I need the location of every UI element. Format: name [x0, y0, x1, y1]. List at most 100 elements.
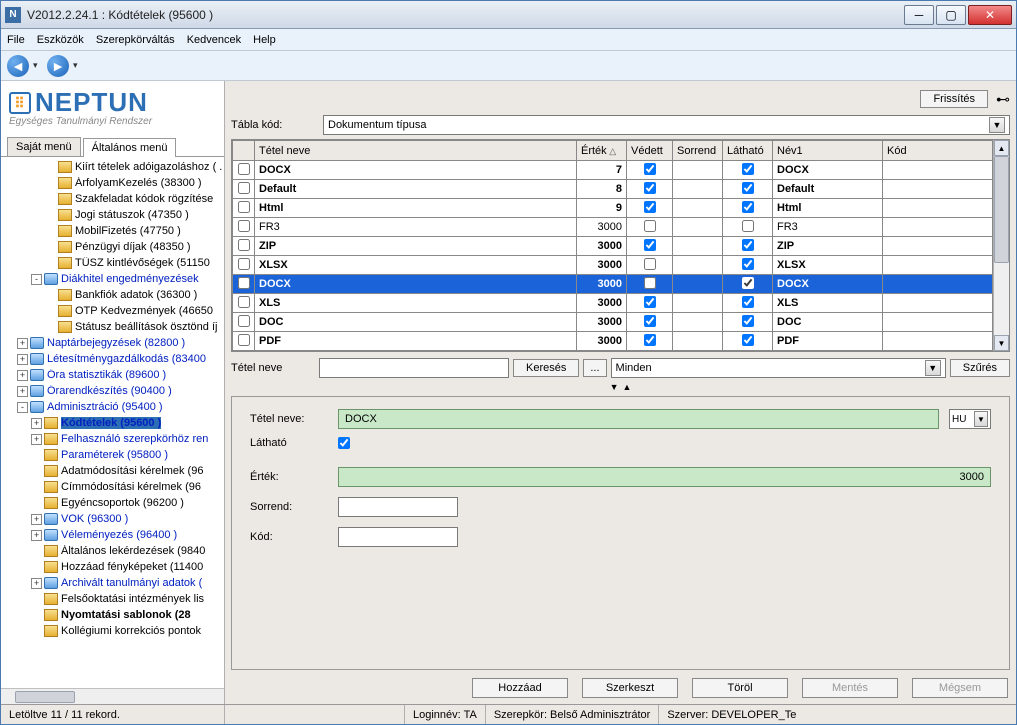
- table-row[interactable]: DOCX7DOCX: [233, 161, 993, 180]
- menu-tree[interactable]: Kiírt tételek adóigazoláshoz ( .Árfolyam…: [1, 157, 224, 688]
- tree-expander[interactable]: +: [31, 418, 42, 429]
- table-row[interactable]: FR33000FR3: [233, 218, 993, 237]
- search-button[interactable]: Keresés: [513, 359, 579, 377]
- delete-button[interactable]: Töröl: [692, 678, 788, 698]
- cell-visible-checkbox[interactable]: [742, 315, 754, 327]
- tree-expander[interactable]: +: [17, 354, 28, 365]
- tree-item[interactable]: Címmódosítási kérelmek (96: [3, 479, 224, 495]
- table-row[interactable]: Html9Html: [233, 199, 993, 218]
- tree-item[interactable]: OTP Kedvezmények (46650: [3, 303, 224, 319]
- tree-expander[interactable]: +: [31, 578, 42, 589]
- table-code-combo[interactable]: Dokumentum típusa ▼: [323, 115, 1010, 135]
- row-select-checkbox[interactable]: [238, 315, 250, 327]
- cell-protected-checkbox[interactable]: [644, 182, 656, 194]
- tree-hscroll-thumb[interactable]: [15, 691, 75, 703]
- cell-protected-checkbox[interactable]: [644, 258, 656, 270]
- cancel-button[interactable]: Mégsem: [912, 678, 1008, 698]
- cell-visible-checkbox[interactable]: [742, 182, 754, 194]
- row-select-checkbox[interactable]: [238, 296, 250, 308]
- tree-expander[interactable]: +: [17, 370, 28, 381]
- row-select-checkbox[interactable]: [238, 182, 250, 194]
- scroll-down-icon[interactable]: ▼: [994, 335, 1009, 351]
- pin-icon[interactable]: ⊷: [996, 91, 1010, 108]
- cell-visible-checkbox[interactable]: [742, 163, 754, 175]
- tree-item[interactable]: Paraméterek (95800 ): [3, 447, 224, 463]
- tree-item[interactable]: +Naptárbejegyzések (82800 ): [3, 335, 224, 351]
- filter-combo[interactable]: Minden ▼: [611, 358, 946, 378]
- cell-visible-checkbox[interactable]: [742, 239, 754, 251]
- tree-item[interactable]: TÜSZ kintlévőségek (51150: [3, 255, 224, 271]
- tree-item[interactable]: MobilFizetés (47750 ): [3, 223, 224, 239]
- col-code[interactable]: Kód: [883, 141, 993, 161]
- search-input[interactable]: [319, 358, 509, 378]
- cell-protected-checkbox[interactable]: [644, 334, 656, 346]
- tree-item[interactable]: -Adminisztráció (95400 ): [3, 399, 224, 415]
- tree-item[interactable]: Státusz beállítások ösztönd íj: [3, 319, 224, 335]
- data-grid[interactable]: Tétel neve Érték Védett Sorrend Látható …: [231, 139, 1010, 352]
- tree-item[interactable]: Felsőoktatási intézmények lis: [3, 591, 224, 607]
- grid-vscroll[interactable]: ▲ ▼: [993, 140, 1009, 351]
- cell-protected-checkbox[interactable]: [644, 163, 656, 175]
- row-select-checkbox[interactable]: [238, 220, 250, 232]
- row-select-checkbox[interactable]: [238, 201, 250, 213]
- grid-vscroll-thumb[interactable]: [994, 156, 1009, 263]
- cell-visible-checkbox[interactable]: [742, 277, 754, 289]
- cell-protected-checkbox[interactable]: [644, 277, 656, 289]
- cell-visible-checkbox[interactable]: [742, 220, 754, 232]
- tree-item[interactable]: Nyomtatási sablonok (28: [3, 607, 224, 623]
- menu-rolechange[interactable]: Szerepkörváltás: [96, 34, 175, 46]
- nav-back-dropdown[interactable]: ▾: [33, 60, 43, 71]
- chevron-down-icon[interactable]: ▼: [925, 360, 941, 376]
- tree-item[interactable]: Egyéncsoportok (96200 ): [3, 495, 224, 511]
- scroll-up-icon[interactable]: ▲: [994, 140, 1009, 156]
- refresh-button[interactable]: Frissítés: [920, 90, 988, 108]
- close-button[interactable]: ✕: [968, 5, 1012, 25]
- tree-expander[interactable]: +: [31, 434, 42, 445]
- tree-item[interactable]: -Diákhitel engedményezések: [3, 271, 224, 287]
- chevron-down-icon[interactable]: ▼: [974, 411, 988, 427]
- cell-visible-checkbox[interactable]: [742, 201, 754, 213]
- edit-button[interactable]: Szerkeszt: [582, 678, 678, 698]
- cell-visible-checkbox[interactable]: [742, 334, 754, 346]
- cell-protected-checkbox[interactable]: [644, 296, 656, 308]
- tree-expander[interactable]: -: [17, 402, 28, 413]
- tree-item[interactable]: +Órarendkészítés (90400 ): [3, 383, 224, 399]
- col-name1[interactable]: Név1: [773, 141, 883, 161]
- col-select[interactable]: [233, 141, 255, 161]
- col-protected[interactable]: Védett: [627, 141, 673, 161]
- tree-item[interactable]: +Létesítménygazdálkodás (83400: [3, 351, 224, 367]
- tree-expander[interactable]: -: [31, 274, 42, 285]
- col-name[interactable]: Tétel neve: [255, 141, 577, 161]
- row-select-checkbox[interactable]: [238, 163, 250, 175]
- save-button[interactable]: Mentés: [802, 678, 898, 698]
- nav-back-button[interactable]: ◄: [7, 55, 29, 77]
- expand-down-icon[interactable]: ▼: [610, 382, 619, 392]
- table-row[interactable]: DOCX3000DOCX: [233, 275, 993, 294]
- tree-expander[interactable]: +: [17, 338, 28, 349]
- add-button[interactable]: Hozzáad: [472, 678, 568, 698]
- tree-item[interactable]: +Kódtételek (95600 ): [3, 415, 224, 431]
- table-row[interactable]: Default8Default: [233, 180, 993, 199]
- maximize-button[interactable]: ▢: [936, 5, 966, 25]
- detail-order-field[interactable]: [338, 497, 458, 517]
- tree-item[interactable]: Kiírt tételek adóigazoláshoz ( .: [3, 159, 224, 175]
- tree-item[interactable]: Hozzáad fényképeket (11400: [3, 559, 224, 575]
- tree-item[interactable]: Szakfeladat kódok rögzítése: [3, 191, 224, 207]
- table-row[interactable]: PDF3000PDF: [233, 332, 993, 351]
- minimize-button[interactable]: ─: [904, 5, 934, 25]
- tree-item[interactable]: +Véleményezés (96400 ): [3, 527, 224, 543]
- cell-visible-checkbox[interactable]: [742, 296, 754, 308]
- row-select-checkbox[interactable]: [238, 277, 250, 289]
- table-row[interactable]: XLS3000XLS: [233, 294, 993, 313]
- tree-item[interactable]: ÁrfolyamKezelés (38300 ): [3, 175, 224, 191]
- filter-button[interactable]: Szűrés: [950, 359, 1010, 377]
- tab-own-menu[interactable]: Saját menü: [7, 137, 81, 156]
- cell-protected-checkbox[interactable]: [644, 201, 656, 213]
- detail-name-field[interactable]: DOCX: [338, 409, 939, 429]
- tree-item[interactable]: Jogi státuszok (47350 ): [3, 207, 224, 223]
- table-row[interactable]: XLSX3000XLSX: [233, 256, 993, 275]
- tree-item[interactable]: Általános lekérdezések (9840: [3, 543, 224, 559]
- cell-protected-checkbox[interactable]: [644, 315, 656, 327]
- menu-favorites[interactable]: Kedvencek: [187, 34, 241, 46]
- tree-item[interactable]: +Óra statisztikák (89600 ): [3, 367, 224, 383]
